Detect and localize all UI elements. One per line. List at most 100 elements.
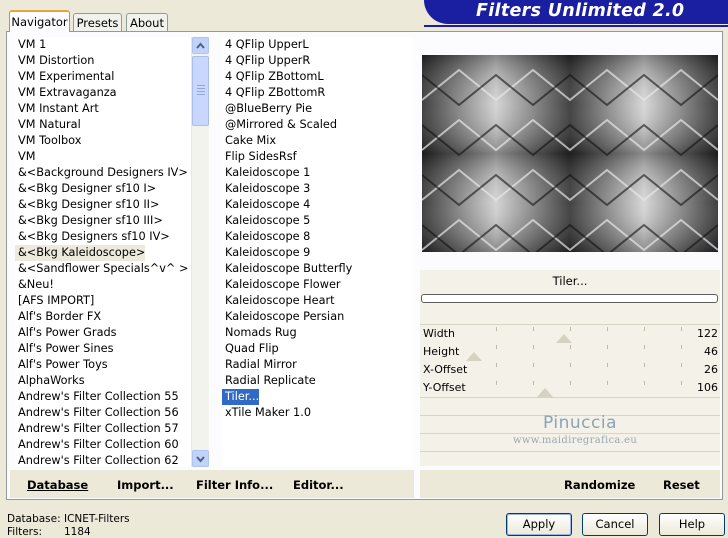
list-item[interactable]: &<Sandflower Specials^v^ > bbox=[15, 261, 188, 277]
apply-button[interactable]: Apply bbox=[506, 513, 572, 536]
slider-tick bbox=[570, 345, 571, 349]
list-item[interactable]: Andrew's Filter Collection 55 bbox=[15, 389, 179, 405]
list-item[interactable]: Kaleidoscope 1 bbox=[222, 165, 310, 181]
list-item[interactable]: Kaleidoscope Heart bbox=[222, 293, 335, 309]
slider-tick bbox=[681, 327, 682, 331]
slider-thumb[interactable] bbox=[537, 388, 553, 397]
list-item[interactable]: Alf's Power Toys bbox=[15, 357, 108, 373]
list-item[interactable]: Kaleidoscope Butterfly bbox=[222, 261, 352, 277]
chevron-up-icon bbox=[196, 42, 205, 49]
list-item[interactable]: Alf's Power Sines bbox=[15, 341, 113, 357]
list-item[interactable]: xTile Maker 1.0 bbox=[222, 405, 311, 421]
param-label: Width bbox=[423, 327, 455, 340]
list-item[interactable]: Tiler... bbox=[222, 389, 260, 405]
cancel-button[interactable]: Cancel bbox=[582, 513, 648, 536]
slider-tick bbox=[570, 363, 571, 367]
list-item[interactable]: @BlueBerry Pie bbox=[222, 101, 312, 117]
list-item[interactable]: VM Natural bbox=[15, 117, 81, 133]
scroll-up-button[interactable] bbox=[192, 37, 209, 54]
help-button[interactable]: Help bbox=[659, 513, 725, 536]
slider-tick bbox=[644, 345, 645, 349]
slider-tick bbox=[644, 327, 645, 331]
preview-image bbox=[422, 55, 718, 252]
list-item[interactable]: Andrew's Filter Collection 60 bbox=[15, 437, 179, 453]
list-item[interactable]: Kaleidoscope Flower bbox=[222, 277, 341, 293]
list-item[interactable]: Andrew's Filter Collection 57 bbox=[15, 421, 179, 437]
list-item[interactable]: Kaleidoscope 9 bbox=[222, 245, 310, 261]
param-value: 122 bbox=[697, 327, 718, 340]
list-item[interactable]: &<Bkg Kaleidoscope> bbox=[15, 245, 146, 261]
list-item[interactable]: Flip SidesRsf bbox=[222, 149, 297, 165]
slider-tick bbox=[496, 327, 497, 331]
list-item[interactable]: 4 QFlip UpperR bbox=[222, 53, 310, 69]
list-item[interactable]: &<Bkg Designer sf10 II> bbox=[15, 197, 159, 213]
filter-preview bbox=[422, 55, 718, 252]
slider-tick bbox=[644, 381, 645, 385]
list-item[interactable]: Kaleidoscope Persian bbox=[222, 309, 344, 325]
list-item[interactable]: [AFS IMPORT] bbox=[15, 293, 94, 309]
database-button[interactable]: Database bbox=[27, 478, 88, 492]
list-item[interactable]: VM 1 bbox=[15, 37, 46, 53]
slider-tick bbox=[496, 381, 497, 385]
category-list[interactable]: VM 1 VM Distortion VM Experimental VM Extra… bbox=[15, 37, 191, 467]
list-item[interactable]: VM Instant Art bbox=[15, 101, 99, 117]
list-item[interactable]: &<Bkg Designers sf10 IV> bbox=[15, 229, 170, 245]
list-item[interactable]: Kaleidoscope 4 bbox=[222, 197, 310, 213]
slider-tick bbox=[533, 327, 534, 331]
list-item[interactable]: &<Bkg Designer sf10 I> bbox=[15, 181, 156, 197]
list-item[interactable]: 4 QFlip ZBottomL bbox=[222, 69, 324, 85]
tab-about[interactable]: About bbox=[126, 13, 168, 31]
slider-tick bbox=[533, 345, 534, 349]
list-item[interactable]: Kaleidoscope 5 bbox=[222, 213, 310, 229]
slider-tick bbox=[681, 363, 682, 367]
list-item[interactable]: 4 QFlip UpperL bbox=[222, 37, 309, 53]
slider-tick bbox=[570, 327, 571, 331]
scroll-down-button[interactable] bbox=[192, 450, 209, 467]
list-item[interactable]: VM Toolbox bbox=[15, 133, 81, 149]
list-item[interactable]: VM Extravaganza bbox=[15, 85, 117, 101]
list-item[interactable]: Quad Flip bbox=[222, 341, 279, 357]
randomize-button[interactable]: Randomize bbox=[564, 478, 635, 492]
database-label: Database bbox=[27, 478, 89, 492]
list-item[interactable]: Andrew's Filter Collection 56 bbox=[15, 405, 179, 421]
editor-button[interactable]: Editor... bbox=[293, 478, 344, 492]
list-item[interactable]: Alf's Border FX bbox=[15, 309, 101, 325]
list-item[interactable]: VM Distortion bbox=[15, 53, 94, 69]
list-item[interactable]: VM bbox=[15, 149, 35, 165]
list-item[interactable]: &Neu! bbox=[15, 277, 54, 293]
list-item[interactable]: Nomads Rug bbox=[222, 325, 297, 341]
filter-info-button[interactable]: Filter Info... bbox=[196, 478, 273, 492]
list-item[interactable]: VM Experimental bbox=[15, 69, 114, 85]
list-item[interactable]: &<Background Designers IV> bbox=[15, 165, 188, 181]
slider-tick bbox=[533, 381, 534, 385]
param-label: X-Offset bbox=[423, 363, 468, 376]
list-item[interactable]: &<Bkg Designer sf10 III> bbox=[15, 213, 163, 229]
preview-filter-name: Tiler... bbox=[552, 274, 588, 288]
app-logo-title: Filters Unlimited 2.0 bbox=[476, 1, 685, 21]
slider-thumb[interactable] bbox=[556, 334, 572, 343]
watermark-url: www.maidiregrafica.eu bbox=[513, 435, 638, 446]
param-value: 46 bbox=[704, 345, 718, 358]
list-item[interactable]: @Mirrored & Scaled bbox=[222, 117, 337, 133]
list-item[interactable]: Andrew's Filter Collection 62 bbox=[15, 453, 179, 467]
slider-tick bbox=[607, 345, 608, 349]
tab-presets[interactable]: Presets bbox=[73, 13, 122, 31]
filter-list[interactable]: 4 QFlip UpperL 4 QFlip UpperR 4 QFlip ZBot… bbox=[222, 37, 412, 467]
slider-thumb[interactable] bbox=[466, 352, 482, 361]
list-item[interactable]: Radial Mirror bbox=[222, 357, 297, 373]
import-button[interactable]: Import... bbox=[117, 478, 174, 492]
list-item[interactable]: 4 QFlip ZBottomR bbox=[222, 85, 325, 101]
list-item[interactable]: Radial Replicate bbox=[222, 373, 316, 389]
progress-bar bbox=[421, 294, 718, 303]
list-item[interactable]: Kaleidoscope 8 bbox=[222, 229, 310, 245]
slider-tick bbox=[681, 381, 682, 385]
slider-tick bbox=[607, 327, 608, 331]
scroll-thumb[interactable] bbox=[192, 56, 209, 126]
list-item[interactable]: AlphaWorks bbox=[15, 373, 85, 389]
tab-navigator[interactable]: Navigator bbox=[9, 10, 70, 32]
reset-button[interactable]: Reset bbox=[663, 478, 700, 492]
category-scrollbar[interactable] bbox=[191, 37, 209, 467]
list-item[interactable]: Alf's Power Grads bbox=[15, 325, 117, 341]
list-item[interactable]: Cake Mix bbox=[222, 133, 276, 149]
list-item[interactable]: Kaleidoscope 3 bbox=[222, 181, 310, 197]
